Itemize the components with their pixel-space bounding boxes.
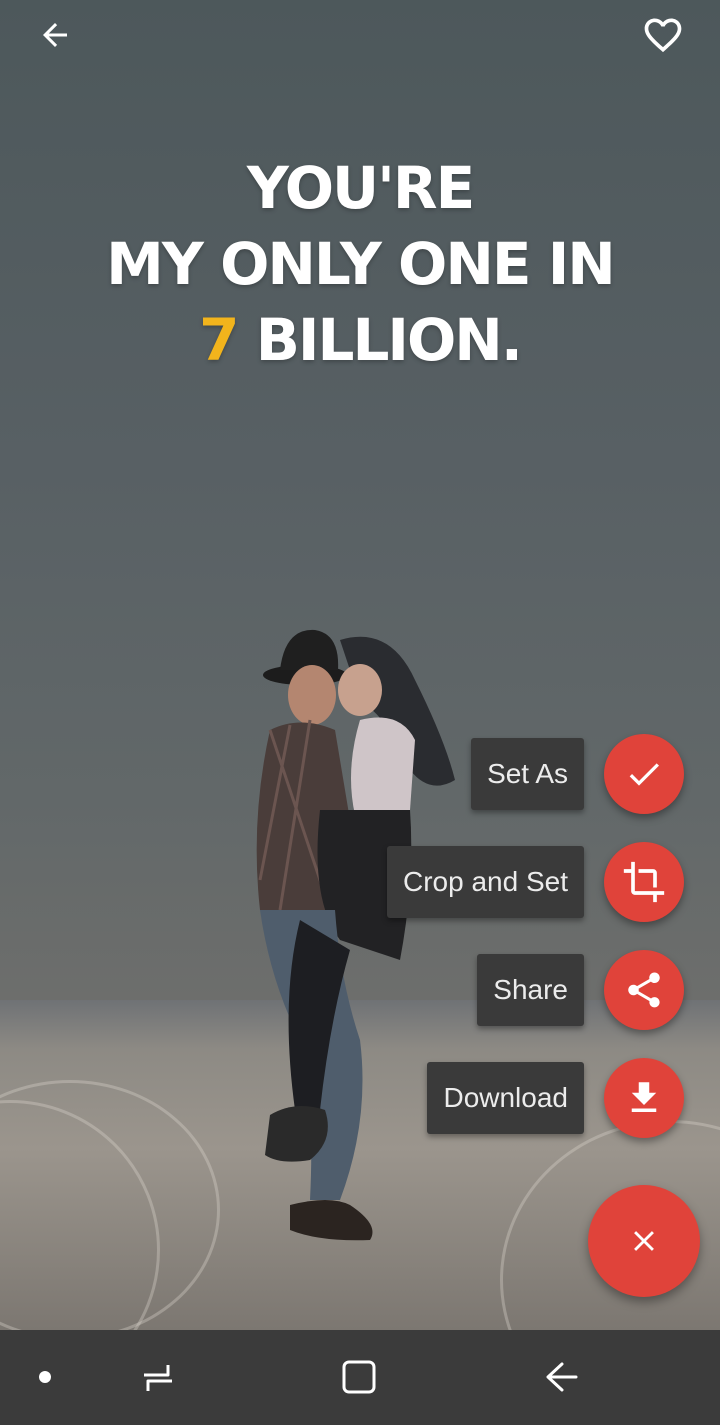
fab-item-download[interactable]: Download bbox=[427, 1058, 684, 1138]
download-label[interactable]: Download bbox=[427, 1062, 584, 1134]
home-icon bbox=[342, 1360, 376, 1394]
crop-and-set-label[interactable]: Crop and Set bbox=[387, 846, 584, 918]
quote-line: MY ONLY ONE IN bbox=[106, 230, 616, 298]
nav-dot-button[interactable] bbox=[20, 1352, 70, 1402]
wallpaper-quote: YOU'RE MY ONLY ONE IN 7 BILLION. bbox=[0, 150, 720, 378]
share-button[interactable] bbox=[604, 950, 684, 1030]
home-button[interactable] bbox=[334, 1352, 384, 1402]
quote-line: 7 BILLION. bbox=[0, 302, 720, 378]
arrow-left-icon bbox=[43, 23, 67, 47]
dot-icon bbox=[39, 1371, 51, 1383]
close-fab-button[interactable] bbox=[588, 1185, 700, 1297]
fab-item-set-as[interactable]: Set As bbox=[471, 734, 684, 814]
favorite-button[interactable] bbox=[638, 10, 688, 60]
fab-item-crop-and-set[interactable]: Crop and Set bbox=[387, 842, 684, 922]
recents-button[interactable] bbox=[133, 1352, 183, 1402]
heart-outline-icon bbox=[644, 18, 682, 53]
fab-item-share[interactable]: Share bbox=[477, 950, 684, 1030]
system-back-button[interactable] bbox=[536, 1352, 586, 1402]
close-icon bbox=[634, 1231, 654, 1251]
download-icon bbox=[631, 1082, 657, 1112]
quote-line: YOU'RE bbox=[246, 154, 475, 222]
set-as-label[interactable]: Set As bbox=[471, 738, 584, 810]
couple-silhouette bbox=[256, 629, 455, 1241]
quote-accent: 7 bbox=[199, 306, 239, 374]
set-as-button[interactable] bbox=[604, 734, 684, 814]
crop-icon bbox=[623, 861, 665, 903]
download-button[interactable] bbox=[604, 1058, 684, 1138]
recents-icon bbox=[144, 1365, 172, 1391]
system-navigation-bar bbox=[0, 1330, 720, 1425]
back-icon bbox=[546, 1362, 578, 1392]
quote-text: BILLION. bbox=[237, 306, 523, 374]
share-label[interactable]: Share bbox=[477, 954, 584, 1026]
check-icon bbox=[629, 763, 659, 786]
back-button[interactable] bbox=[30, 10, 80, 60]
share-icon bbox=[628, 972, 660, 1008]
crop-and-set-button[interactable] bbox=[604, 842, 684, 922]
